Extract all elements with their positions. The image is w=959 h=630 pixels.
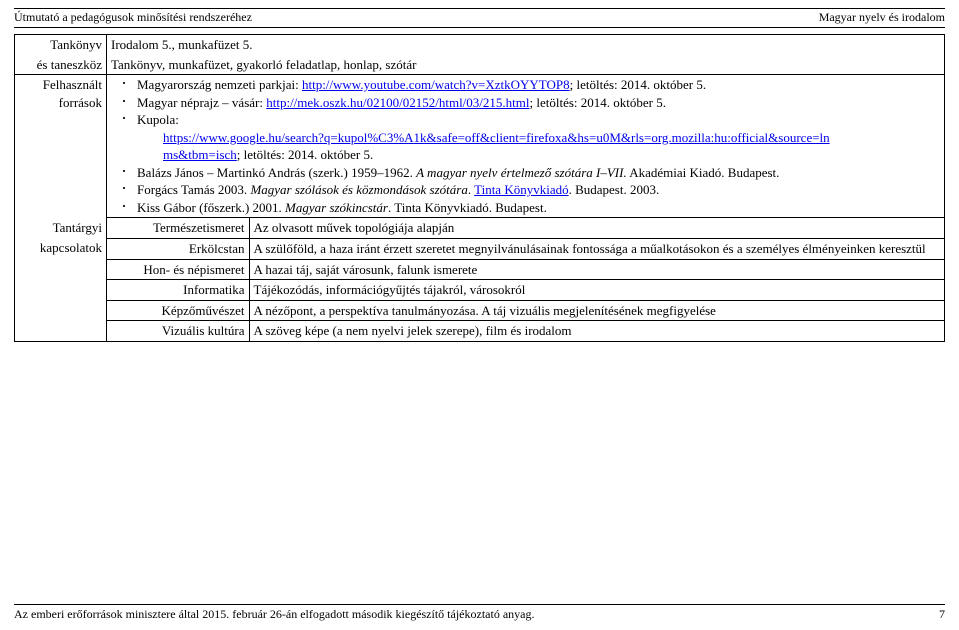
label-tankonyv-2: és taneszköz <box>15 55 107 75</box>
src6-post: . Tinta Könyvkiadó. Budapest. <box>388 200 547 215</box>
header-right: Magyar nyelv és irodalom <box>819 10 945 25</box>
source-item-4: Balázs János – Martinkó András (szerk.) … <box>119 164 940 182</box>
inner-mid-0: Természetismeret <box>107 218 249 238</box>
label-tantargyi: Tantárgyi kapcsolatok <box>15 218 107 341</box>
src2-link[interactable]: http://mek.oszk.hu/02100/02152/html/03/2… <box>266 95 529 110</box>
source-item-3: Kupola: https://www.google.hu/search?q=k… <box>119 111 940 164</box>
src5-title: Magyar szólások és közmondások szótára <box>250 182 467 197</box>
cell-forrasok: Magyarország nemzeti parkjai: http://www… <box>107 75 945 218</box>
inner-right-2: A hazai táj, saját városunk, falunk isme… <box>249 259 944 280</box>
footer: Az emberi erőforrások minisztere által 2… <box>0 604 959 622</box>
inner-right-0: Az olvasott művek topológiája alapján <box>249 218 944 238</box>
footer-left: Az emberi erőforrások minisztere által 2… <box>14 607 534 622</box>
cell-tankonyv-2: Tankönyv, munkafüzet, gyakorló feladatla… <box>107 55 945 75</box>
src3-label: Kupola: <box>137 112 179 127</box>
src1-post: ; letöltés: 2014. október 5. <box>570 77 706 92</box>
label-felhasznalt-1: Felhasznált <box>43 77 102 92</box>
src2-pre: Magyar néprajz – vásár: <box>137 95 266 110</box>
inner-mid-3: Informatika <box>107 280 249 301</box>
src1-link[interactable]: http://www.youtube.com/watch?v=XztkOYYTO… <box>302 77 570 92</box>
label-tantargyi-1: Tantárgyi <box>15 218 106 238</box>
src3-link-b[interactable]: ms&tbm=isch <box>163 147 237 162</box>
source-item-5: Forgács Tamás 2003. Magyar szólások és k… <box>119 181 940 199</box>
label-felhasznalt-2: források <box>59 95 102 110</box>
source-item-1: Magyarország nemzeti parkjai: http://www… <box>119 76 940 94</box>
src5-link[interactable]: Tinta Könyvkiadó <box>474 182 569 197</box>
source-item-2: Magyar néprajz – vásár: http://mek.oszk.… <box>119 94 940 112</box>
inner-right-1: A szülőföld, a haza iránt érzett szerete… <box>249 239 944 260</box>
src3-link-a[interactable]: https://www.google.hu/search?q=kupol%C3%… <box>163 130 830 145</box>
src5-pre: Forgács Tamás 2003. <box>137 182 250 197</box>
inner-right-3: Tájékozódás, információgyűjtés tájakról,… <box>249 280 944 301</box>
src4-pre: Balázs János – Martinkó András (szerk.) … <box>137 165 416 180</box>
src3-post: ; letöltés: 2014. október 5. <box>237 147 373 162</box>
inner-mid-1: Erkölcstan <box>107 239 249 260</box>
cell-tankonyv-1: Irodalom 5., munkafüzet 5. <box>107 35 945 55</box>
inner-table: Természetismeret Az olvasott művek topol… <box>107 218 944 340</box>
cell-tantargyi: Természetismeret Az olvasott művek topol… <box>107 218 945 341</box>
inner-mid-4: Képzőművészet <box>107 300 249 321</box>
main-table: Tankönyv Irodalom 5., munkafüzet 5. és t… <box>14 34 945 342</box>
label-tantargyi-2: kapcsolatok <box>15 238 106 258</box>
src2-post: ; letöltés: 2014. október 5. <box>529 95 665 110</box>
inner-mid-2: Hon- és népismeret <box>107 259 249 280</box>
page-number: 7 <box>939 607 945 622</box>
src6-title: Magyar szókincstár <box>285 200 388 215</box>
inner-right-5: A szöveg képe (a nem nyelvi jelek szerep… <box>249 321 944 341</box>
src5-post: . Budapest. 2003. <box>569 182 660 197</box>
label-tankonyv-1: Tankönyv <box>15 35 107 55</box>
inner-right-4: A nézőpont, a perspektíva tanulmányozása… <box>249 300 944 321</box>
src1-pre: Magyarország nemzeti parkjai: <box>137 77 302 92</box>
src4-post: Akadémiai Kiadó. Budapest. <box>627 165 780 180</box>
src4-title: A magyar nyelv értelmező szótára I–VII. <box>416 165 627 180</box>
header-left: Útmutató a pedagógusok minősítési rendsz… <box>14 10 252 25</box>
src6-pre: Kiss Gábor (főszerk.) 2001. <box>137 200 285 215</box>
inner-mid-5: Vizuális kultúra <box>107 321 249 341</box>
label-felhasznalt: Felhasznált források <box>15 75 107 218</box>
source-item-6: Kiss Gábor (főszerk.) 2001. Magyar szóki… <box>119 199 940 217</box>
